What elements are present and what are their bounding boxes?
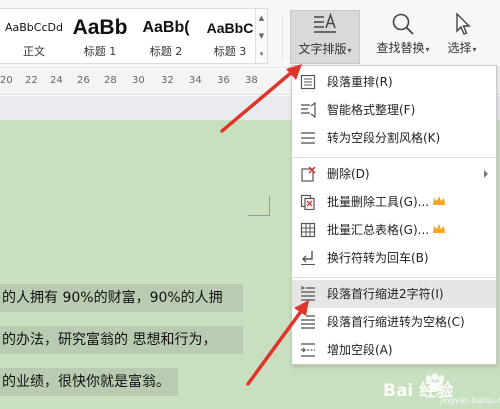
- red-arrow-icon: [246, 300, 309, 386]
- annotation-arrows: [220, 64, 309, 386]
- watermark-url: jingyan.baidu.com: [440, 396, 500, 405]
- red-arrow-icon: [220, 64, 302, 133]
